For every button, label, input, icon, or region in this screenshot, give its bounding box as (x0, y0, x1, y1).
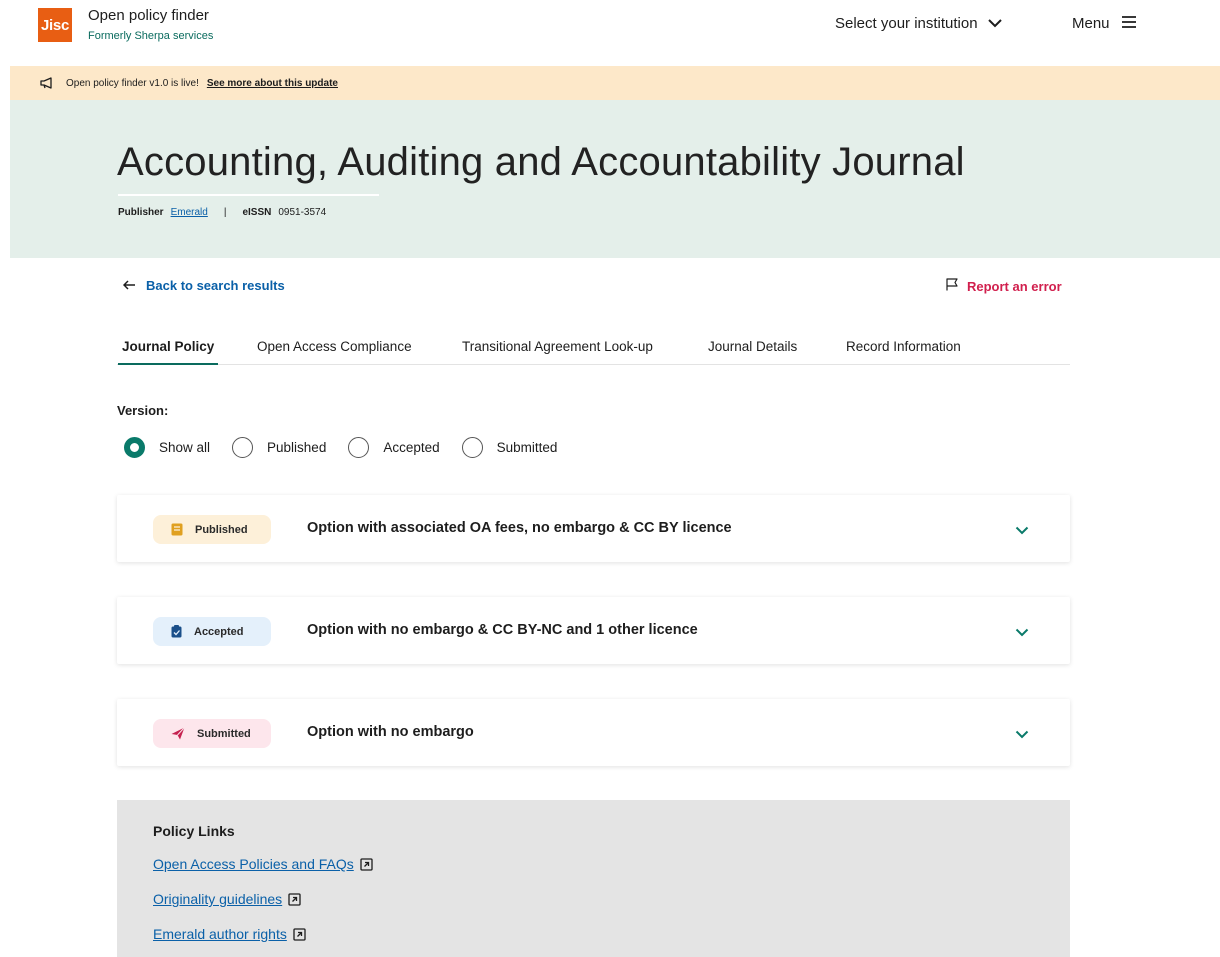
meta-separator: | (223, 207, 227, 218)
status-badge: Published (153, 515, 271, 544)
option-title: Option with no embargo (307, 724, 474, 740)
title-underline (118, 194, 379, 196)
announcement-banner: Open policy finder v1.0 is live! See mor… (10, 66, 1220, 100)
report-error-link[interactable]: Report an error (946, 278, 1062, 294)
policy-link-originality[interactable]: Originality guidelines (153, 891, 301, 907)
radio-label: Show all (159, 440, 211, 455)
version-label: Version: (117, 403, 169, 418)
tab-journal-policy[interactable]: Journal Policy (117, 339, 219, 365)
flag-icon (946, 278, 958, 294)
status-badge: Submitted (153, 719, 271, 748)
brand-title[interactable]: Open policy finder (88, 7, 209, 24)
policy-links-panel: Policy Links Open Access Policies and FA… (117, 800, 1070, 957)
report-label: Report an error (967, 278, 1062, 294)
radio-show-all[interactable]: Show all (124, 437, 210, 458)
tab-journal-details[interactable]: Journal Details (708, 339, 797, 354)
eissn-label: eISSN (242, 207, 272, 218)
radio-label: Accepted (383, 440, 440, 455)
policy-link-label: Open Access Policies and FAQs (153, 856, 354, 872)
tab-record-information[interactable]: Record Information (846, 339, 961, 354)
back-to-results-link[interactable]: Back to search results (122, 278, 285, 293)
chevron-down-icon[interactable] (1015, 726, 1029, 744)
policy-link-author-rights[interactable]: Emerald author rights (153, 926, 306, 942)
radio-label: Published (267, 440, 327, 455)
policy-tabs: Journal Policy Open Access Compliance Tr… (117, 330, 1070, 365)
institution-select-label: Select your institution (835, 15, 978, 32)
site-header: Jisc Open policy finder Formerly Sherpa … (0, 0, 1220, 66)
back-label: Back to search results (146, 278, 285, 293)
option-title: Option with no embargo & CC BY-NC and 1 … (307, 622, 698, 638)
radio-published[interactable]: Published (232, 437, 326, 458)
radio-circle[interactable] (461, 437, 483, 458)
eissn-value: 0951-3574 (278, 207, 327, 218)
tab-open-access-compliance[interactable]: Open Access Compliance (257, 339, 412, 354)
external-link-icon (293, 927, 306, 941)
badge-label: Submitted (197, 727, 251, 740)
radio-submitted[interactable]: Submitted (461, 437, 558, 458)
option-card-published[interactable]: Published Option with associated OA fees… (117, 495, 1070, 562)
policy-links-heading: Policy Links (153, 823, 235, 839)
clipboard-check-icon (171, 625, 182, 638)
external-link-icon (288, 892, 301, 906)
institution-select[interactable]: Select your institution (835, 15, 1002, 32)
policy-link-label: Emerald author rights (153, 926, 287, 942)
chevron-down-icon[interactable] (1015, 624, 1029, 642)
jisc-logo[interactable]: Jisc (38, 8, 72, 42)
policy-link-oa-faqs[interactable]: Open Access Policies and FAQs (153, 856, 373, 872)
journal-meta: Publisher Emerald | eISSN 0951-3574 (118, 207, 326, 218)
publisher-label: Publisher (118, 207, 164, 218)
arrow-left-icon (122, 278, 136, 293)
chevron-down-icon[interactable] (1015, 522, 1029, 540)
radio-circle[interactable] (348, 437, 370, 458)
brand-subtitle: Formerly Sherpa services (88, 30, 214, 42)
badge-label: Published (195, 523, 248, 536)
radio-circle-selected[interactable] (124, 437, 145, 458)
status-badge: Accepted (153, 617, 271, 646)
journal-hero: Accounting, Auditing and Accountability … (10, 100, 1220, 258)
tab-transitional-agreement[interactable]: Transitional Agreement Look-up (462, 339, 653, 354)
megaphone-icon (40, 77, 54, 89)
version-radio-group: Show all Published Accepted Submitted (124, 437, 579, 458)
menu-button[interactable]: Menu (1072, 15, 1136, 32)
option-card-submitted[interactable]: Submitted Option with no embargo (117, 699, 1070, 766)
option-title: Option with associated OA fees, no embar… (307, 520, 732, 536)
chevron-down-icon (987, 15, 1002, 32)
page-title: Accounting, Auditing and Accountability … (117, 140, 965, 184)
menu-label: Menu (1072, 15, 1110, 32)
hamburger-icon (1121, 15, 1136, 32)
radio-label: Submitted (496, 440, 558, 455)
publisher-link[interactable]: Emerald (171, 207, 208, 218)
paper-plane-icon (171, 727, 185, 740)
badge-label: Accepted (194, 625, 244, 638)
radio-circle[interactable] (232, 437, 254, 458)
external-link-icon (360, 857, 373, 871)
banner-link[interactable]: See more about this update (207, 78, 338, 89)
radio-accepted[interactable]: Accepted (348, 437, 440, 458)
option-card-accepted[interactable]: Accepted Option with no embargo & CC BY-… (117, 597, 1070, 664)
book-icon (171, 523, 183, 536)
policy-link-label: Originality guidelines (153, 891, 283, 907)
banner-text: Open policy finder v1.0 is live! (66, 77, 199, 89)
